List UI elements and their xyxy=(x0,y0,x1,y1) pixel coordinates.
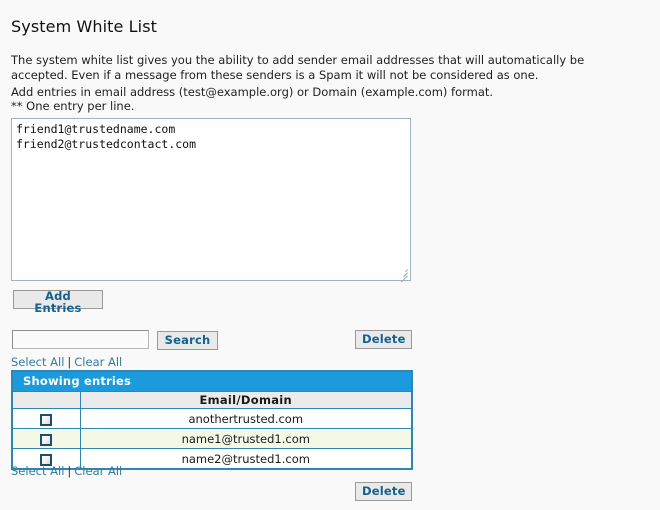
add-entries-button[interactable]: Add Entries xyxy=(13,290,103,313)
delete-button-bottom[interactable]: Delete xyxy=(355,482,412,501)
search-button[interactable]: Search xyxy=(157,331,218,350)
link-separator-bottom: | xyxy=(67,464,72,478)
table-caption-row: Showing entries xyxy=(12,371,412,392)
entries-textarea[interactable] xyxy=(11,118,411,281)
clear-all-link-top[interactable]: Clear All xyxy=(74,355,122,369)
page-description: The system white list gives you the abil… xyxy=(11,52,585,82)
link-separator-top: | xyxy=(67,355,72,369)
row-checkbox[interactable] xyxy=(40,434,53,446)
table-row[interactable]: anothertrusted.com xyxy=(11,408,413,429)
row-email-value: name1@trusted1.com xyxy=(79,428,413,449)
entry-format-hint: Add entries in email address (test@examp… xyxy=(11,85,611,113)
hint-line-2: ** One entry per line. xyxy=(11,99,135,113)
system-white-list-page: System White List The system white list … xyxy=(0,0,660,510)
table-header-row: Email/Domain xyxy=(11,391,413,409)
column-header-checkbox xyxy=(11,391,81,409)
delete-button-top[interactable]: Delete xyxy=(355,330,412,349)
row-email-value: name2@trusted1.com xyxy=(79,448,413,470)
row-email-value: anothertrusted.com xyxy=(79,408,413,429)
selection-links-bottom: Select All | Clear All xyxy=(11,464,122,478)
clear-all-link-bottom[interactable]: Clear All xyxy=(74,464,122,478)
select-all-link-top[interactable]: Select All xyxy=(11,355,64,369)
search-input[interactable] xyxy=(12,330,149,349)
entries-table: Showing entries Email/Domain anothertrus… xyxy=(11,370,413,470)
row-checkbox-cell[interactable] xyxy=(11,408,81,429)
page-title: System White List xyxy=(11,16,158,36)
row-checkbox[interactable] xyxy=(40,414,53,426)
row-checkbox-cell[interactable] xyxy=(11,428,81,449)
hint-line-1: Add entries in email address (test@examp… xyxy=(11,85,494,99)
table-row[interactable]: name1@trusted1.com xyxy=(11,428,413,449)
select-all-link-bottom[interactable]: Select All xyxy=(11,464,64,478)
selection-links-top: Select All | Clear All xyxy=(11,355,122,369)
column-header-email-domain: Email/Domain xyxy=(79,391,413,409)
table-caption: Showing entries xyxy=(12,371,412,392)
